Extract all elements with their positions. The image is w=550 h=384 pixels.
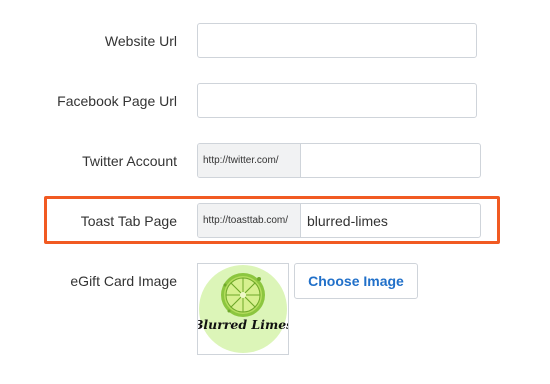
blurred-limes-logo: Blurred Limes [192,265,293,353]
facebook-page-url-label: Facebook Page Url [57,93,177,109]
egift-card-image-preview: Blurred Limes [192,263,293,355]
facebook-page-url-input[interactable] [197,83,477,118]
twitter-account-input[interactable] [301,144,480,177]
toast-tab-page-input[interactable]: blurred-limes [301,204,480,237]
toasttab-url-prefix: http://toasttab.com/ [198,204,301,237]
twitter-account-label: Twitter Account [82,153,177,169]
toast-tab-page-label: Toast Tab Page [80,213,177,229]
twitter-url-prefix: http://twitter.com/ [198,144,301,177]
choose-image-button[interactable]: Choose Image [294,263,418,299]
website-url-label: Website Url [104,33,177,49]
svg-text:Blurred Limes: Blurred Limes [198,317,288,332]
egift-card-image-label: eGift Card Image [70,273,177,289]
twitter-account-field: http://twitter.com/ [197,143,481,178]
toast-tab-page-field: http://toasttab.com/ blurred-limes [197,203,481,238]
website-url-input[interactable] [197,23,477,58]
social-settings-form: Website Url Facebook Page Url Twitter Ac… [0,0,550,384]
